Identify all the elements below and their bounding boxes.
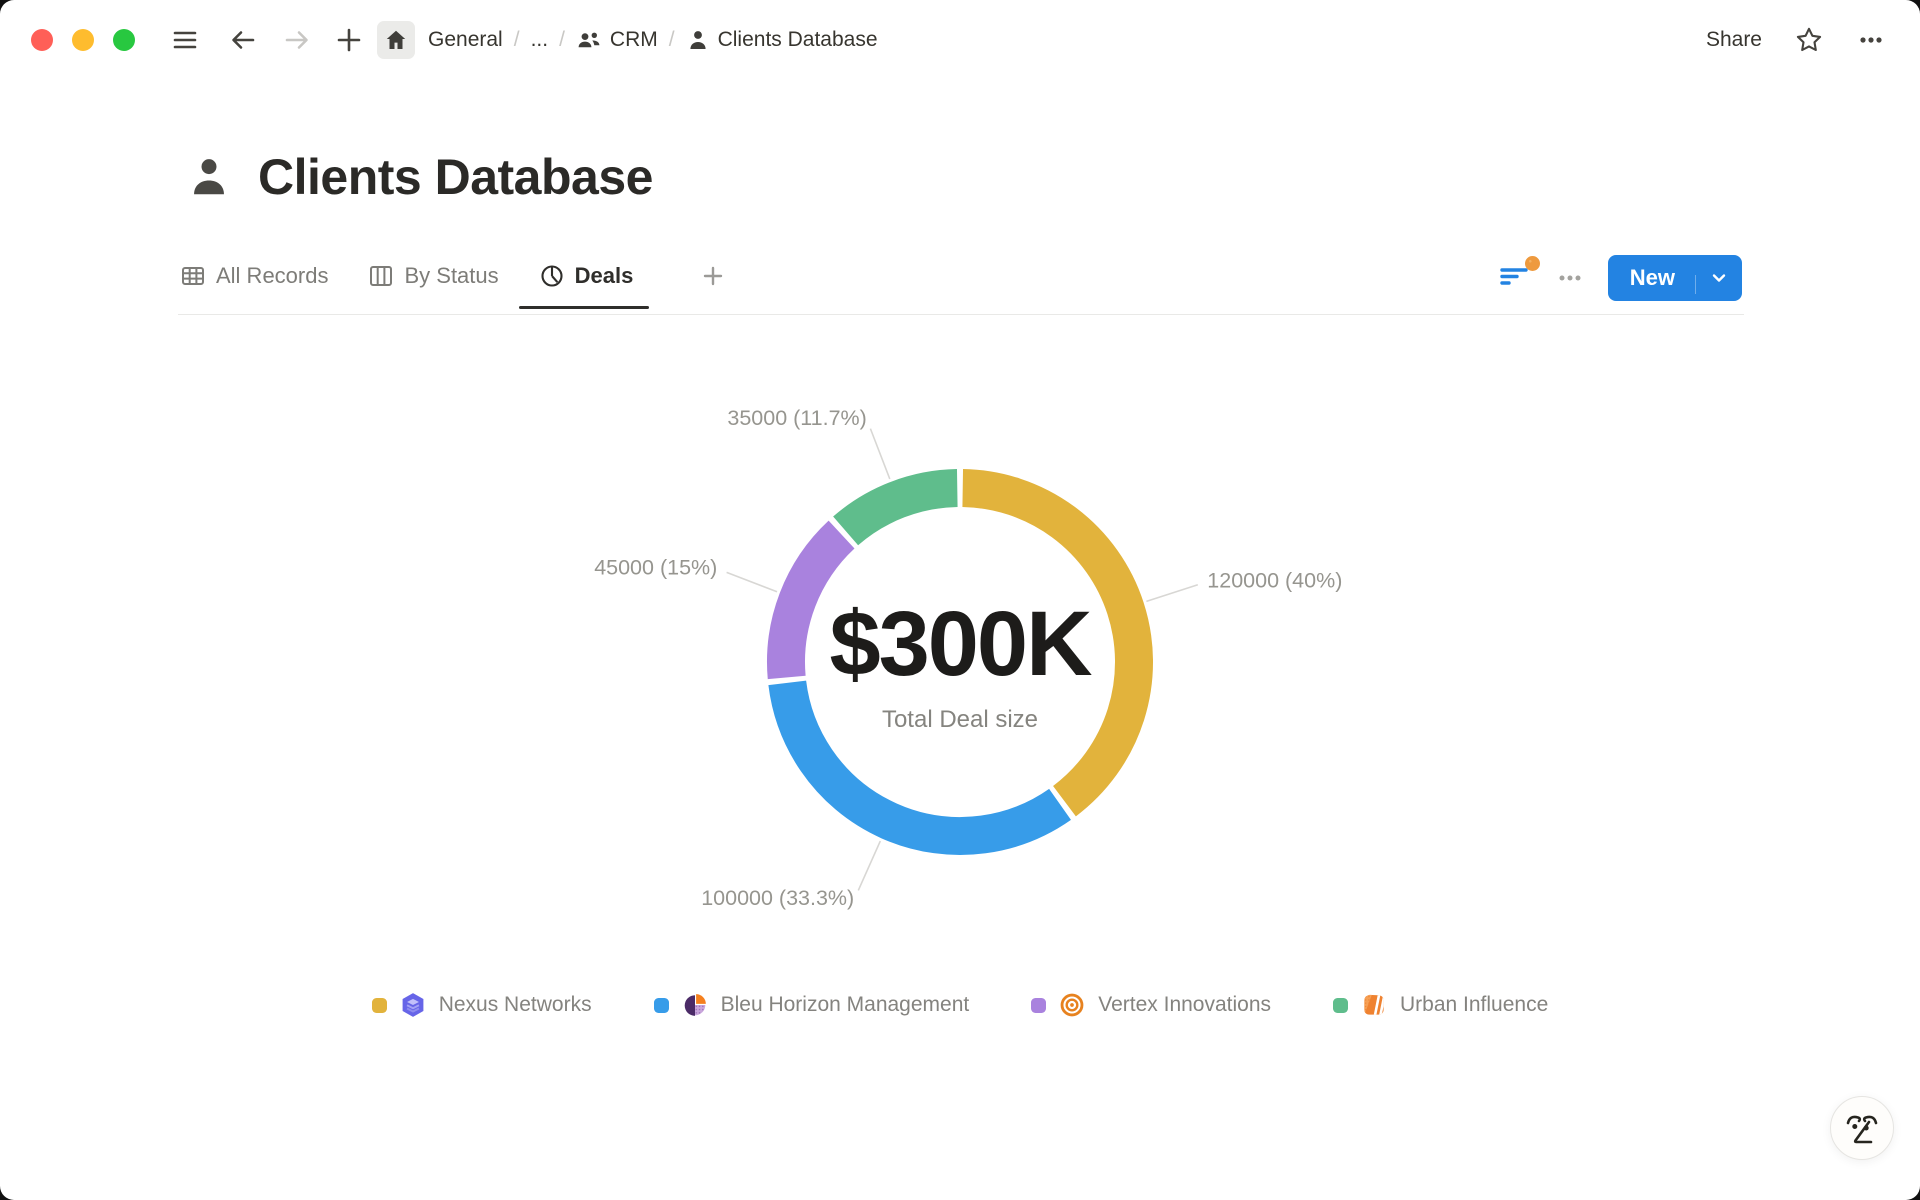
- breadcrumb-separator: /: [669, 28, 675, 52]
- slice-leader-line: [727, 572, 777, 591]
- assistant-fab-button[interactable]: [1830, 1096, 1894, 1160]
- legend-item-vertex-innovations[interactable]: Vertex Innovations: [1031, 992, 1271, 1018]
- person-icon: [686, 28, 710, 52]
- breadcrumb-current[interactable]: Clients Database: [686, 28, 878, 52]
- breadcrumb-crm[interactable]: CRM: [576, 27, 658, 53]
- breadcrumb-root[interactable]: General: [428, 28, 503, 52]
- urban-influence-logo: [1361, 992, 1387, 1018]
- minimize-window-button[interactable]: [72, 29, 94, 51]
- page-title-row: Clients Database: [186, 148, 653, 206]
- slice-leader-line: [858, 841, 880, 890]
- favorite-star-icon[interactable]: [1794, 25, 1824, 55]
- forward-icon[interactable]: [283, 26, 311, 54]
- person-icon: [186, 154, 232, 200]
- vertex-innovations-logo: [1059, 992, 1085, 1018]
- new-record-button[interactable]: New: [1608, 255, 1695, 301]
- traffic-lights: [31, 29, 135, 51]
- top-right-actions: Share: [1706, 25, 1886, 55]
- breadcrumb-separator: /: [514, 28, 520, 52]
- donut-slice-nexus-networks[interactable]: [963, 488, 1134, 801]
- filter-icon[interactable]: [1498, 263, 1532, 294]
- more-options-icon[interactable]: [1856, 25, 1886, 55]
- legend-item-bleu-horizon[interactable]: Bleu Horizon Management: [654, 992, 970, 1018]
- legend-label: Vertex Innovations: [1098, 993, 1271, 1017]
- share-button[interactable]: Share: [1706, 28, 1762, 52]
- view-tabs-row: All Records By Status Deals: [180, 250, 1742, 306]
- bleu-horizon-logo: [682, 992, 708, 1018]
- legend-color-swatch: [1031, 998, 1046, 1013]
- legend-label: Nexus Networks: [439, 993, 592, 1017]
- sidebar-menu-icon[interactable]: [171, 26, 199, 54]
- view-more-options-icon[interactable]: [1556, 264, 1584, 292]
- table-icon: [180, 263, 206, 289]
- legend-color-swatch: [1333, 998, 1348, 1013]
- chevron-down-icon: [1709, 268, 1729, 288]
- zoom-window-button[interactable]: [113, 29, 135, 51]
- breadcrumb: General / ... / CRM / Clients Database: [428, 27, 878, 53]
- app-window: General / ... / CRM / Clients Database S…: [0, 0, 1920, 1200]
- slice-value-label: 45000 (15%): [594, 555, 717, 579]
- legend-color-swatch: [654, 998, 669, 1013]
- legend-label: Urban Influence: [1400, 993, 1548, 1017]
- tab-label: By Status: [404, 263, 498, 289]
- home-icon[interactable]: [377, 21, 415, 59]
- slice-value-label: 35000 (11.7%): [727, 406, 866, 430]
- tab-label: All Records: [216, 263, 328, 289]
- board-icon: [368, 263, 394, 289]
- tab-all-records[interactable]: All Records: [180, 263, 328, 293]
- breadcrumb-separator: /: [559, 28, 565, 52]
- breadcrumb-collapsed[interactable]: ...: [531, 28, 549, 52]
- breadcrumb-crm-label: CRM: [610, 28, 658, 52]
- legend-item-nexus-networks[interactable]: Nexus Networks: [372, 992, 592, 1018]
- breadcrumb-current-label: Clients Database: [718, 28, 878, 52]
- donut-slice-bleu-horizon-management[interactable]: [787, 683, 1060, 836]
- slice-value-label: 120000 (40%): [1207, 568, 1342, 592]
- tab-by-status[interactable]: By Status: [368, 263, 498, 293]
- new-tab-icon[interactable]: [335, 26, 363, 54]
- slice-leader-line: [1146, 585, 1197, 602]
- view-controls: New: [1498, 255, 1742, 301]
- nexus-networks-logo: [400, 992, 426, 1018]
- people-icon: [576, 27, 602, 53]
- notion-face-icon: [1842, 1108, 1882, 1148]
- slice-value-label: 100000 (33.3%): [701, 886, 854, 910]
- donut-slice-vertex-innovations[interactable]: [786, 535, 842, 678]
- legend-item-urban-influence[interactable]: Urban Influence: [1333, 992, 1548, 1018]
- new-record-dropdown-button[interactable]: [1696, 255, 1742, 301]
- back-icon[interactable]: [229, 26, 257, 54]
- slice-leader-line: [870, 429, 889, 479]
- tab-deals[interactable]: Deals: [539, 263, 634, 293]
- page-title: Clients Database: [258, 148, 653, 206]
- chart-legend: Nexus Networks Bleu Horizon Management V…: [0, 992, 1920, 1018]
- legend-label: Bleu Horizon Management: [721, 993, 970, 1017]
- donut-slice-urban-influence[interactable]: [846, 488, 958, 531]
- close-window-button[interactable]: [31, 29, 53, 51]
- new-record-split-button: New: [1608, 255, 1742, 301]
- view-tabs: All Records By Status Deals: [180, 263, 725, 293]
- filter-active-badge: [1525, 256, 1540, 271]
- legend-color-swatch: [372, 998, 387, 1013]
- pie-icon: [539, 263, 565, 289]
- top-bar: General / ... / CRM / Clients Database S…: [0, 0, 1920, 80]
- tab-label: Deals: [575, 263, 634, 289]
- add-view-icon[interactable]: [701, 264, 725, 293]
- deals-donut-chart[interactable]: 120000 (40%)100000 (33.3%)45000 (15%)350…: [610, 312, 1310, 1012]
